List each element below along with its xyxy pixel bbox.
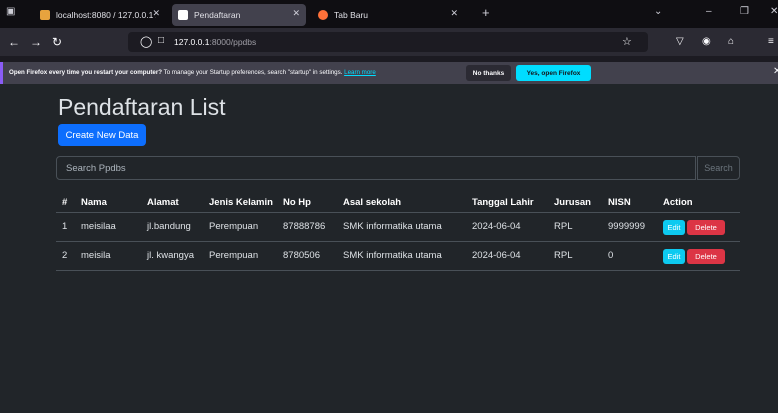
column-header-jurusan: Jurusan	[554, 197, 591, 208]
cell-asal-sekolah: SMK informatika utama	[343, 250, 442, 261]
delete-button[interactable]: Delete	[687, 220, 725, 235]
cell-nisn: 9999999	[608, 221, 645, 232]
close-tab-icon[interactable]: ✕	[152, 8, 160, 19]
page-info-icon[interactable]: □	[158, 35, 164, 46]
shield-icon[interactable]: ◯	[140, 35, 152, 48]
cell-nama: meisila	[81, 250, 111, 261]
column-header-asal-sekolah: Asal sekolah	[343, 197, 402, 208]
url-bar[interactable]: ◯ □ 127.0.0.1:8000/ppdbs ☆	[128, 32, 648, 52]
column-header-nisn: NISN	[608, 197, 631, 208]
column-header-jenis-kelamin: Jenis Kelamin	[209, 197, 273, 208]
column-header-no-hp: No Hp	[283, 197, 311, 208]
column-header-nama: Nama	[81, 197, 107, 208]
notification-bold-text: Open Firefox every time you restart your…	[9, 69, 163, 76]
url-path: :8000/ppdbs	[209, 37, 257, 47]
cell-alamat: jl.bandung	[147, 221, 191, 232]
search-input[interactable]: Search Ppdbs	[56, 156, 696, 180]
table-divider	[56, 270, 740, 271]
column-header-tanggal-lahir: Tanggal Lahir	[472, 197, 534, 208]
delete-button[interactable]: Delete	[687, 249, 725, 264]
tab-pendaftaran[interactable]: Pendaftaran ✕	[172, 4, 306, 26]
tab-new-tab[interactable]: Tab Baru ✕	[312, 4, 464, 26]
close-tab-icon[interactable]: ✕	[450, 8, 458, 19]
cell-number: 1	[62, 221, 68, 232]
column-header-alamat: Alamat	[147, 197, 179, 208]
phpmyadmin-favicon-icon	[40, 10, 50, 20]
cell-tanggal-lahir: 2024-06-04	[472, 250, 521, 261]
notification-close-icon[interactable]: ✕	[773, 66, 778, 77]
learn-more-link[interactable]: Learn more	[344, 69, 376, 76]
search-button[interactable]: Search	[697, 156, 740, 180]
cell-tanggal-lahir: 2024-06-04	[472, 221, 521, 232]
notification-text: To manage your Startup preferences, sear…	[162, 69, 343, 76]
new-tab-icon[interactable]: +	[482, 5, 490, 20]
url-host: 127.0.0.1	[174, 37, 210, 47]
navigation-toolbar: ← → ↻ ◯ □ 127.0.0.1:8000/ppdbs ☆ ▽ ◉ ⌂ ≡	[0, 28, 778, 56]
minimize-icon[interactable]: –	[706, 6, 712, 17]
edit-button[interactable]: Edit	[663, 220, 685, 235]
restore-icon[interactable]: ❐	[740, 6, 749, 17]
cell-jurusan: RPL	[554, 250, 573, 261]
reload-icon[interactable]: ↻	[52, 35, 62, 49]
edit-button[interactable]: Edit	[663, 249, 685, 264]
cell-jurusan: RPL	[554, 221, 573, 232]
tab-phpmyadmin[interactable]: localhost:8080 / 127.0.0.1 / db_ ✕	[34, 4, 166, 26]
page-content: Pendaftaran List Create New Data Search …	[0, 84, 778, 413]
table-divider	[56, 241, 740, 242]
extensions-icon[interactable]: ⌂	[728, 35, 734, 49]
search-placeholder: Search Ppdbs	[66, 163, 126, 174]
cell-no-hp: 87888786	[283, 221, 326, 232]
cell-jenis-kelamin: Perempuan	[209, 221, 259, 232]
tab-title: Pendaftaran	[194, 10, 241, 20]
menu-icon[interactable]: ≡	[768, 35, 774, 49]
cell-jenis-kelamin: Perempuan	[209, 250, 259, 261]
cell-alamat: jl. kwangya	[147, 250, 194, 261]
page-favicon-icon	[178, 10, 188, 20]
tab-title: Tab Baru	[334, 10, 369, 20]
back-arrow-icon[interactable]: ←	[8, 35, 20, 49]
url-text[interactable]: 127.0.0.1:8000/ppdbs	[174, 37, 256, 47]
cell-nisn: 0	[608, 250, 614, 261]
window-close-icon[interactable]: ✕	[770, 6, 778, 17]
close-tab-icon[interactable]: ✕	[292, 8, 300, 19]
create-new-data-button[interactable]: Create New Data	[58, 124, 146, 146]
account-icon[interactable]: ◉	[702, 35, 711, 49]
column-header-number: #	[62, 197, 68, 208]
cell-no-hp: 8780506	[283, 250, 320, 261]
cell-nama: meisilaa	[81, 221, 116, 232]
forward-arrow-icon[interactable]: →	[30, 35, 42, 49]
cell-number: 2	[62, 250, 68, 261]
browser-tab-bar: ▣ localhost:8080 / 127.0.0.1 / db_ ✕ Pen…	[0, 0, 778, 28]
table-divider	[56, 212, 740, 213]
pocket-icon[interactable]: ▽	[676, 35, 684, 49]
yes-open-firefox-button[interactable]: Yes, open Firefox	[516, 65, 591, 81]
column-header-action: Action	[663, 197, 693, 208]
bookmark-star-icon[interactable]: ☆	[622, 35, 632, 48]
page-title: Pendaftaran List	[58, 94, 226, 120]
no-thanks-button[interactable]: No thanks	[466, 65, 511, 81]
tab-overview-icon[interactable]: ▣	[6, 6, 15, 17]
firefox-icon	[318, 10, 328, 20]
notification-message: Open Firefox every time you restart your…	[9, 69, 376, 76]
cell-asal-sekolah: SMK informatika utama	[343, 221, 442, 232]
startup-notification-bar: Open Firefox every time you restart your…	[0, 62, 778, 84]
list-all-tabs-icon[interactable]: ⌄	[654, 6, 662, 17]
tab-title: localhost:8080 / 127.0.0.1 / db_	[56, 10, 156, 20]
